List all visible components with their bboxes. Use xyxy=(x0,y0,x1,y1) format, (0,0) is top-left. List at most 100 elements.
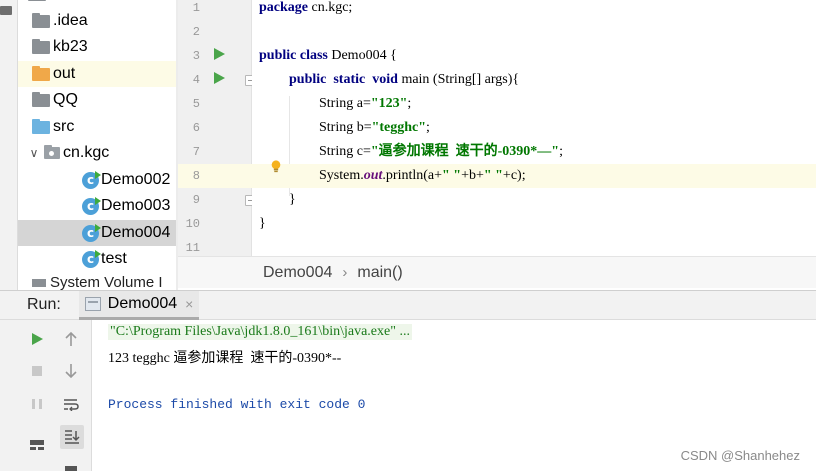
code-text: String c= xyxy=(319,144,371,159)
lightbulb-icon[interactable] xyxy=(270,160,282,173)
breadcrumb: Demo004 › main() xyxy=(178,256,816,288)
scroll-down-button[interactable] xyxy=(60,360,82,382)
tree-item-label: System Volume I xyxy=(50,274,163,290)
class-icon: c xyxy=(82,196,101,215)
tree-item-demo004[interactable]: c Demo004 xyxy=(18,220,176,246)
keyword: package xyxy=(259,0,308,15)
code-text: +b+ xyxy=(461,168,484,183)
console-command-line: "C:\Program Files\Java\jdk1.8.0_161\bin\… xyxy=(108,324,412,340)
tree-item-out[interactable]: out xyxy=(18,61,176,87)
run-tab[interactable]: Demo004 × xyxy=(78,290,200,320)
tree-item-label: Demo004 xyxy=(101,224,171,241)
stop-icon xyxy=(32,366,42,376)
tree-item-label: test xyxy=(101,250,127,267)
layout-button[interactable] xyxy=(26,434,48,456)
breadcrumb-method[interactable]: main() xyxy=(357,264,402,282)
string-literal: "123" xyxy=(370,96,408,111)
project-tool-icon[interactable] xyxy=(0,6,12,15)
class-icon: c xyxy=(82,223,101,242)
code-line-9[interactable]: } xyxy=(252,188,816,212)
code-text: ; xyxy=(559,144,563,159)
code-line-7[interactable]: String c="逼参加课程 速干的-0390*—"; xyxy=(252,140,816,164)
tree-item-partial[interactable]: System Volume I xyxy=(18,274,176,290)
code-text: } xyxy=(259,216,266,231)
tree-item-src[interactable]: src xyxy=(18,114,176,140)
scroll-up-button[interactable] xyxy=(60,328,82,350)
code-text: System. xyxy=(319,168,364,183)
tree-item-qq[interactable]: QQ xyxy=(18,87,176,113)
string-literal: " " xyxy=(483,168,503,183)
stop-button[interactable] xyxy=(26,360,48,382)
code-text: ; xyxy=(426,120,430,135)
tree-item-label: src xyxy=(53,118,75,135)
run-class-icon[interactable] xyxy=(214,48,225,60)
code-line-1[interactable]: package cn.kgc; xyxy=(252,0,816,20)
keyword: void xyxy=(372,72,398,87)
close-icon[interactable]: × xyxy=(185,296,193,312)
line-number: 9 xyxy=(192,193,200,207)
package-icon xyxy=(44,145,60,159)
project-tree: .idea kb23 out QQ src ∨ cn.kgc c Demo002… xyxy=(18,0,176,290)
play-icon xyxy=(32,333,43,345)
run-tab-label: Demo004 xyxy=(107,294,178,312)
class-icon: c xyxy=(82,170,101,189)
arrow-up-icon xyxy=(65,331,77,346)
keyword: static xyxy=(333,72,366,87)
pause-button[interactable] xyxy=(26,393,48,415)
code-text: main (String[] args){ xyxy=(397,72,520,87)
string-literal: " " xyxy=(442,168,462,183)
run-panel-header: Run: Demo004 × xyxy=(0,290,816,320)
code-text: ; xyxy=(407,96,412,111)
breadcrumb-class[interactable]: Demo004 xyxy=(263,264,332,282)
pause-icon xyxy=(32,399,42,409)
code-text: String b= xyxy=(319,120,372,135)
line-number: 10 xyxy=(185,217,200,231)
line-number: 1 xyxy=(192,1,200,15)
code-text: cn.kgc; xyxy=(308,0,353,15)
console-exit-line: Process finished with exit code 0 xyxy=(108,397,366,412)
line-number: 11 xyxy=(185,241,200,255)
tree-item-label: .idea xyxy=(53,12,88,29)
print-button[interactable] xyxy=(60,458,82,471)
code-text: .println(a+ xyxy=(382,168,443,183)
code-line-6[interactable]: String b="tegghc"; xyxy=(252,116,816,140)
tree-item-idea[interactable]: .idea xyxy=(18,8,176,34)
tree-item-label: cn.kgc xyxy=(63,144,110,161)
code-text: Demo004 { xyxy=(327,48,397,63)
scroll-to-end-icon xyxy=(65,430,80,444)
line-number: 5 xyxy=(192,97,200,111)
chevron-down-icon[interactable]: ∨ xyxy=(28,146,40,160)
tree-item-label: kb23 xyxy=(53,38,88,55)
line-number: 6 xyxy=(192,121,200,135)
soft-wrap-button[interactable] xyxy=(60,393,82,415)
tree-item-test[interactable]: c test xyxy=(18,246,176,272)
soft-wrap-icon xyxy=(64,399,79,411)
drive-icon xyxy=(32,279,46,288)
code-line-5[interactable]: String a="123"; xyxy=(252,92,816,116)
folder-icon xyxy=(32,91,50,107)
rerun-button[interactable] xyxy=(26,328,48,350)
folder-icon xyxy=(32,118,50,134)
keyword: public xyxy=(289,72,327,87)
scroll-to-end-button[interactable] xyxy=(60,425,84,449)
code-editor[interactable]: package cn.kgc; public class Demo004 { p… xyxy=(252,0,816,256)
keyword: public xyxy=(259,48,297,63)
tree-item-cn-kgc[interactable]: ∨ cn.kgc xyxy=(18,140,176,166)
tree-item-label: Demo003 xyxy=(101,197,171,214)
code-line-10[interactable]: } xyxy=(252,212,816,236)
field-reference: out xyxy=(363,168,383,183)
run-toolbar xyxy=(18,320,92,471)
line-number: 3 xyxy=(192,49,200,63)
tree-item-kb23[interactable]: kb23 xyxy=(18,34,176,60)
code-line-4[interactable]: public static void main (String[] args){ xyxy=(252,68,816,92)
class-icon: c xyxy=(82,249,101,268)
tree-item-demo003[interactable]: c Demo003 xyxy=(18,193,176,219)
run-left-strip xyxy=(0,320,18,471)
left-tool-strip xyxy=(0,0,18,290)
folder-icon xyxy=(32,65,50,81)
code-line-3[interactable]: public class Demo004 { xyxy=(252,44,816,68)
tree-item-demo002[interactable]: c Demo002 xyxy=(18,167,176,193)
code-line-8[interactable]: System.out.println(a+" "+b+" "+c); xyxy=(252,164,816,188)
run-main-icon[interactable] xyxy=(214,72,225,84)
string-literal: "逼参加课程 速干的-0390*—" xyxy=(370,144,560,159)
